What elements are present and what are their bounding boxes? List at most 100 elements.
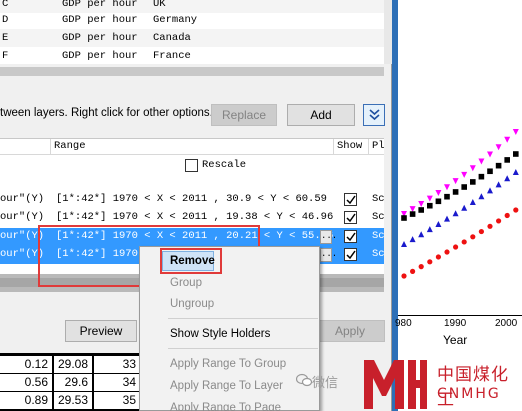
plot-type: Sc: [372, 193, 385, 205]
series-point: [478, 193, 485, 200]
table-cell: C: [2, 0, 9, 10]
expand-button[interactable]: [363, 104, 385, 126]
plot-row[interactable]: our"(Y) [1*:42*] 1970 < X < 2011 , 30.9 …: [0, 191, 385, 209]
series-point: [495, 144, 502, 151]
checkmark-icon: [346, 195, 356, 205]
column-divider: [333, 139, 334, 155]
grid-cell[interactable]: 0.56: [0, 374, 52, 391]
column-divider: [368, 139, 369, 155]
series-point: [461, 184, 467, 190]
menu-item-group[interactable]: Group: [170, 277, 202, 289]
menu-item-apply-range-to-group[interactable]: Apply Range To Group: [170, 358, 286, 370]
range-edit-button[interactable]: ...: [320, 248, 337, 262]
grid-cell[interactable]: 29.6: [54, 374, 92, 391]
rescale-label: Rescale: [202, 159, 247, 171]
table-row[interactable]: E GDP per hour Canada: [0, 29, 384, 47]
x-axis-line: [398, 315, 522, 316]
show-checkbox[interactable]: [344, 230, 357, 243]
show-column-header[interactable]: Show: [337, 140, 362, 152]
menu-item-apply-range-to-layer[interactable]: Apply Range To Layer: [170, 380, 283, 392]
table-cell: GDP per hour: [62, 0, 138, 10]
series-point: [512, 169, 519, 175]
table-cell: GDP per hour: [62, 32, 138, 44]
series-point: [504, 136, 511, 143]
menu-item-apply-range-to-page[interactable]: Apply Range To Page: [170, 402, 281, 411]
apply-button[interactable]: Apply: [315, 320, 385, 342]
grid-cell[interactable]: 0.12: [0, 356, 52, 373]
plot-column-header[interactable]: Pl: [372, 140, 385, 152]
series-point: [426, 195, 433, 202]
scrollbar-thumb[interactable]: [0, 67, 384, 76]
layer-row[interactable]: Rescale: [0, 157, 384, 175]
series-point: [401, 215, 407, 221]
series-point: [461, 204, 468, 211]
show-checkbox[interactable]: [344, 211, 357, 224]
table-cell: UK: [153, 0, 166, 10]
plot-type: Sc: [372, 248, 385, 260]
preview-button[interactable]: Preview: [65, 320, 137, 342]
series-point: [427, 202, 433, 209]
table-cell: GDP per hour: [62, 50, 138, 62]
scatter-plot: [401, 129, 519, 279]
checkmark-icon: [346, 213, 356, 223]
series-point: [487, 187, 493, 194]
series-point: [401, 273, 407, 279]
series-point: [435, 190, 442, 197]
menu-separator: [168, 318, 318, 319]
x-tick-label: 1990: [444, 318, 467, 329]
series-point: [409, 236, 416, 243]
company-name-en: CNMHG: [437, 386, 501, 402]
grid-cell[interactable]: 29.08: [54, 356, 92, 373]
plot-type: Sc: [372, 230, 385, 242]
company-logo-icon: [364, 360, 427, 409]
company-name-cn: 中国煤化工: [437, 365, 509, 410]
add-button[interactable]: Add: [287, 104, 355, 126]
menu-item-ungroup[interactable]: Ungroup: [170, 298, 214, 310]
grid-cell[interactable]: 34: [94, 374, 140, 391]
grid-cell[interactable]: 33: [94, 356, 140, 373]
rescale-checkbox[interactable]: [185, 159, 198, 172]
series-point: [435, 198, 442, 205]
series-point: [426, 226, 433, 233]
plot-area[interactable]: [398, 0, 522, 316]
series-point: [418, 200, 425, 207]
series-point: [418, 231, 425, 238]
show-checkbox[interactable]: [344, 193, 357, 206]
show-checkbox[interactable]: [344, 248, 357, 261]
plot-name: our"(Y): [0, 211, 45, 223]
table-row[interactable]: D GDP per hour Germany: [0, 11, 384, 29]
series-point: [410, 268, 416, 274]
plot-range: [1*:42*] 1970 < X < 2011 , 30.9 < Y < 60…: [56, 193, 327, 205]
series-point: [495, 162, 502, 169]
grid-cell[interactable]: 29.53: [54, 392, 92, 409]
series-point: [470, 234, 476, 240]
horizontal-scrollbar[interactable]: [0, 64, 384, 79]
series-point: [452, 178, 459, 185]
table-cell: France: [153, 50, 191, 62]
table-cell: E: [2, 32, 9, 44]
series-point: [409, 206, 416, 213]
range-edit-button[interactable]: ...: [320, 230, 337, 244]
series-point: [495, 181, 502, 188]
series-point: [512, 129, 519, 135]
x-tick-label: 2000: [495, 318, 518, 329]
x-axis-title: Year: [443, 333, 468, 347]
series-point: [478, 173, 485, 180]
series-point: [435, 254, 441, 260]
grid-cell[interactable]: 0.89: [0, 392, 52, 409]
range-column-header[interactable]: Range: [54, 140, 86, 152]
series-point: [478, 158, 485, 165]
series-point: [452, 210, 459, 217]
replace-button[interactable]: Replace: [211, 104, 277, 126]
grid-cell[interactable]: 35: [94, 392, 140, 409]
menu-item-show-style-holders[interactable]: Show Style Holders: [170, 328, 270, 340]
series-point: [418, 207, 424, 213]
table-cell: D: [2, 14, 9, 26]
series-point: [427, 259, 433, 265]
series-point: [435, 220, 442, 227]
series-point: [470, 179, 476, 185]
dataset-table: C GDP per hour UK D GDP per hour Germany…: [0, 0, 384, 64]
vertical-scrollbar[interactable]: [384, 0, 392, 64]
list-header: Range Show Pl: [0, 139, 385, 155]
table-row[interactable]: F GDP per hour France: [0, 47, 384, 65]
